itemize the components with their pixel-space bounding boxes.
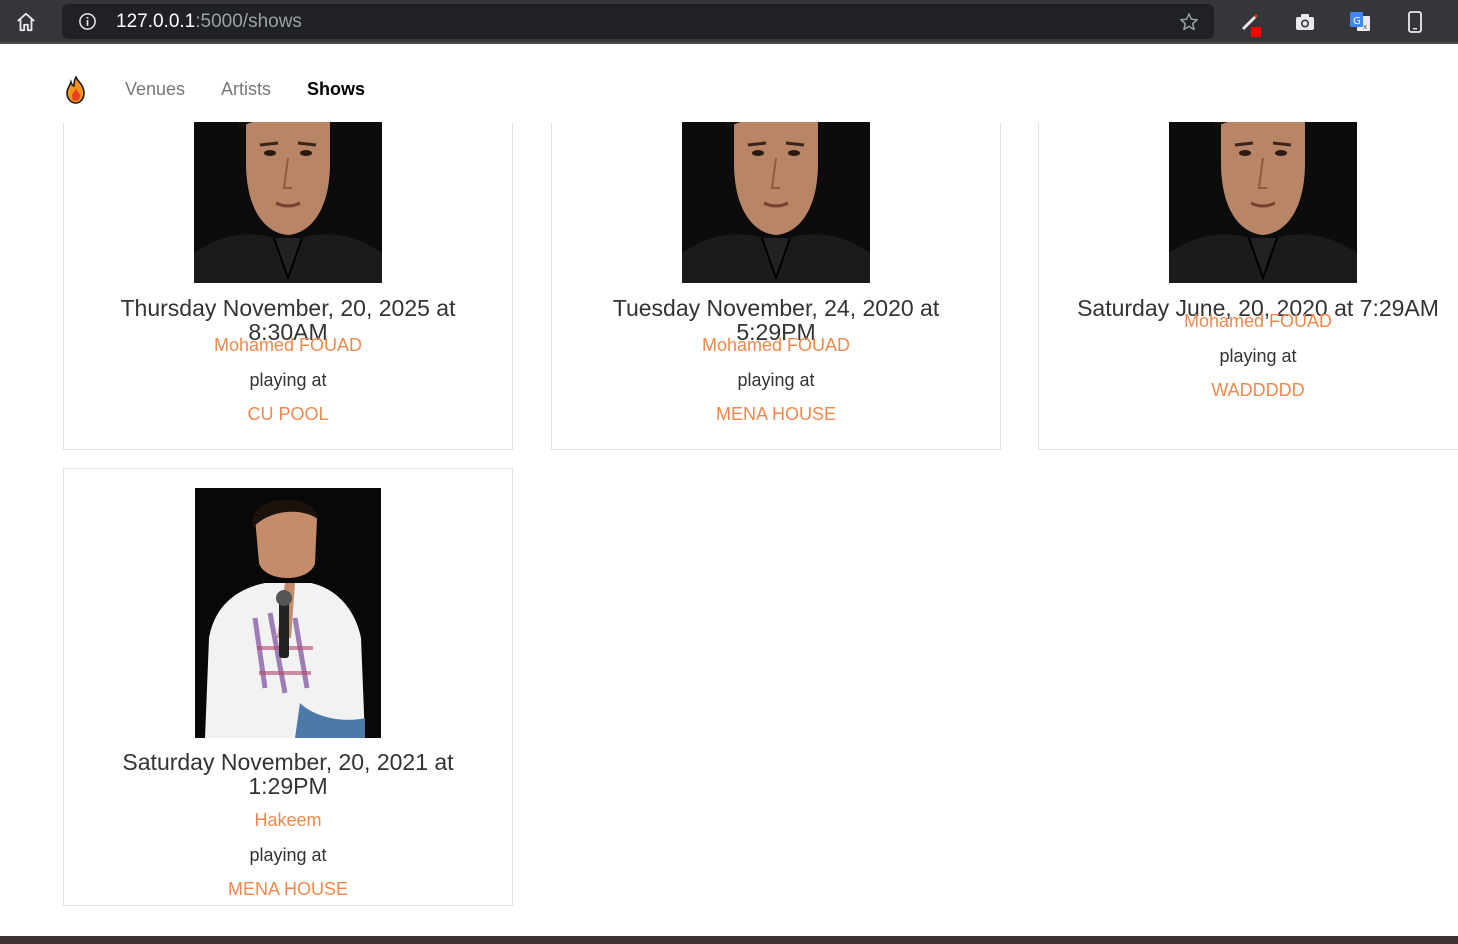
pen-extension-icon[interactable]: [1238, 10, 1262, 37]
artist-link[interactable]: Mohamed FOUAD: [552, 335, 1000, 355]
artist-photo[interactable]: [682, 122, 870, 283]
address-bar[interactable]: 127.0.0.1:5000/shows: [62, 4, 1214, 39]
artist-photo[interactable]: [194, 122, 382, 283]
show-card: Tuesday November, 24, 2020 at 5:29PM Moh…: [551, 122, 1001, 450]
url-text[interactable]: 127.0.0.1:5000/shows: [116, 11, 302, 32]
home-icon[interactable]: [14, 10, 38, 34]
playing-at-label: playing at: [737, 370, 815, 390]
browser-toolbar: 127.0.0.1:5000/shows G x: [0, 0, 1458, 44]
show-card: Saturday June, 20, 2020 at 7:29AM Mohame…: [1038, 122, 1458, 450]
nav-venues-link[interactable]: Venues: [125, 78, 185, 100]
flame-icon[interactable]: [64, 75, 88, 104]
device-mode-icon[interactable]: [1403, 10, 1427, 34]
url-path: :5000/shows: [195, 11, 302, 32]
google-translate-icon[interactable]: G x: [1348, 10, 1372, 34]
venue-link[interactable]: WADDDDD: [1039, 380, 1458, 400]
playing-at-label: playing at: [249, 845, 327, 865]
artist-link[interactable]: Mohamed FOUAD: [1039, 311, 1458, 331]
svg-text:G: G: [1353, 16, 1361, 27]
show-datetime: Saturday November, 20, 2021 at 1:29PM: [122, 749, 454, 799]
app-navbar: Venues Artists Shows: [0, 46, 1458, 122]
venue-link[interactable]: CU POOL: [64, 404, 512, 424]
nav-shows-link[interactable]: Shows: [307, 78, 365, 100]
artist-link[interactable]: Hakeem: [64, 810, 512, 830]
page-footer-strip: [0, 936, 1458, 944]
bookmark-star-icon[interactable]: [1178, 11, 1200, 33]
url-host: 127.0.0.1: [116, 11, 196, 32]
playing-at-label: playing at: [249, 370, 327, 390]
svg-text:x: x: [1363, 23, 1367, 31]
show-card: Thursday November, 20, 2025 at 8:30AM Mo…: [63, 122, 513, 450]
shows-list: Thursday November, 20, 2025 at 8:30AM Mo…: [0, 122, 1458, 936]
camera-extension-icon[interactable]: [1293, 10, 1317, 34]
playing-at-label: playing at: [1219, 346, 1297, 366]
info-icon[interactable]: [78, 12, 97, 31]
venue-link[interactable]: MENA HOUSE: [552, 404, 1000, 424]
artist-link[interactable]: Mohamed FOUAD: [64, 335, 512, 355]
artist-photo[interactable]: [1169, 122, 1357, 283]
show-card: Saturday November, 20, 2021 at 1:29PM Ha…: [63, 468, 513, 906]
artist-photo[interactable]: [195, 488, 381, 738]
nav-artists-link[interactable]: Artists: [221, 78, 271, 100]
venue-link[interactable]: MENA HOUSE: [64, 879, 512, 899]
